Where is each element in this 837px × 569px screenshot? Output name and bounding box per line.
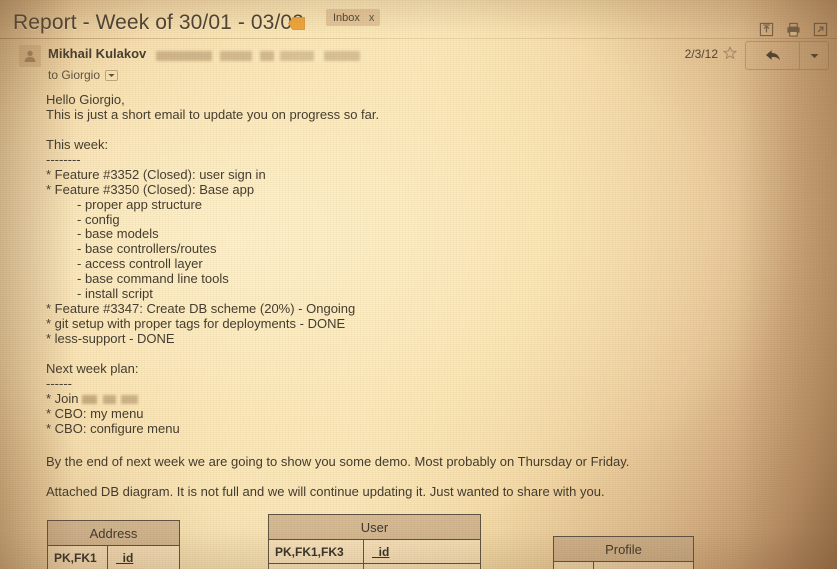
body-line-text: * Feature #3350 (Closed): Base app	[46, 181, 255, 197]
body-line-text: --------	[46, 151, 81, 167]
body-blank-line	[46, 123, 746, 138]
header-divider	[0, 38, 837, 39]
erd-table-title: Address	[48, 521, 179, 546]
erd-table-row: PK,FK1 _id	[48, 546, 179, 569]
body-line-text: - config	[77, 211, 120, 227]
body-line: * Feature #3352 (Closed): user sign in	[46, 166, 746, 183]
body-line-text: - install script	[77, 286, 153, 302]
erd-table-row	[269, 564, 480, 569]
move-to-icon[interactable]	[759, 22, 774, 37]
body-line: - base models	[46, 226, 746, 242]
body-line: Hello Giorgio,	[46, 92, 746, 108]
body-line-text: - access controll layer	[77, 256, 203, 272]
erd-key-label	[269, 564, 364, 569]
body-line: * git setup with proper tags for deploym…	[46, 316, 746, 332]
body-line-text: * CBO: my menu	[46, 405, 144, 421]
body-line-text: * Join	[46, 390, 79, 406]
body-line-text: Hello Giorgio,	[46, 92, 125, 107]
erd-table-row: PK,FK1,FK3 _id	[269, 540, 480, 564]
erd-table-title: Profile	[554, 537, 693, 562]
body-line: - base controllers/routes	[46, 241, 746, 257]
body-line-text: - base command line tools	[77, 271, 229, 287]
reply-options-button[interactable]	[800, 42, 828, 69]
reply-arrow-icon	[765, 50, 780, 61]
erd-field-label: _id	[116, 550, 134, 565]
body-blank-line	[46, 347, 746, 362]
body-line-text: * less-support - DONE	[46, 331, 175, 346]
body-line: * CBO: my menu	[46, 405, 746, 422]
body-line: This is just a short email to update you…	[46, 106, 746, 123]
close-icon[interactable]: x	[369, 12, 375, 24]
body-line: - proper app structure	[46, 196, 746, 213]
avatar	[19, 45, 41, 67]
subject-bar: Report - Week of 30/01 - 03/02 Inbox x	[0, 0, 837, 39]
erd-key-label: PK,FK1	[48, 546, 108, 569]
chevron-down-icon[interactable]	[105, 69, 119, 81]
message-date: 2/3/12	[684, 47, 718, 61]
body-line-text: Next week plan:	[46, 360, 139, 376]
message-body: Hello Giorgio, This is just a short email…	[46, 92, 746, 437]
body-line: * Join	[46, 390, 746, 407]
body-line: * CBO: configure menu	[46, 420, 746, 437]
print-icon[interactable]	[786, 22, 801, 37]
body-line: * less-support - DONE	[46, 331, 746, 347]
body-line: --------	[46, 151, 746, 168]
body-line: This week:	[46, 136, 746, 153]
person-icon	[24, 50, 36, 62]
body-line: Next week plan:	[46, 360, 746, 377]
body-line: * Feature #3350 (Closed): Base app	[46, 181, 746, 198]
body-line: - base command line tools	[46, 271, 746, 287]
reply-button-group	[745, 41, 829, 70]
body-line-text: * git setup with proper tags for deploym…	[46, 316, 346, 332]
body-line-text: ------	[46, 375, 72, 391]
toolbar-actions	[759, 22, 828, 37]
body-line-text: - proper app structure	[77, 196, 203, 212]
body-line: * Feature #3347: Create DB scheme (20%) …	[46, 301, 746, 317]
chevron-down-glyph	[108, 73, 115, 77]
open-in-new-window-icon[interactable]	[813, 22, 828, 37]
body-line-text: * Feature #3347: Create DB scheme (20%) …	[46, 301, 356, 317]
reply-button[interactable]	[746, 42, 800, 69]
erd-key-label	[554, 562, 594, 569]
erd-table-address: Address PK,FK1 _id	[47, 520, 180, 569]
email-viewer-page: Report - Week of 30/01 - 03/02 Inbox x M…	[0, 0, 837, 569]
body-line: - access controll layer	[46, 256, 746, 272]
sender-name: Mikhail Kulakov	[48, 46, 147, 61]
label-chip-text: Inbox	[333, 11, 360, 24]
body-line-text: This week:	[46, 136, 109, 152]
body-line: - config	[46, 211, 746, 228]
page-title: Report - Week of 30/01 - 03/02	[13, 11, 304, 34]
erd-table-title: User	[269, 515, 480, 540]
sender-email-redacted	[156, 51, 360, 61]
erd-table-row	[554, 562, 693, 569]
erd-field-label: _id	[372, 544, 390, 559]
erd-table-user: User PK,FK1,FK3 _id	[268, 514, 481, 569]
body-line-text: - base models	[77, 226, 159, 242]
erd-table-profile: Profile	[553, 536, 694, 569]
body-paragraph-attachment: Attached DB diagram. It is not full and …	[46, 484, 605, 499]
body-line-text: This is just a short email to update you…	[46, 106, 380, 122]
recipient-label: to Giorgio	[48, 68, 101, 82]
label-chip-inbox[interactable]: Inbox x	[326, 9, 381, 26]
body-line-text: - base controllers/routes	[77, 241, 217, 257]
redacted-text	[81, 394, 138, 404]
body-line-text: * Feature #3352 (Closed): user sign in	[46, 166, 266, 182]
star-icon[interactable]	[723, 46, 737, 60]
body-line: ------	[46, 375, 746, 392]
label-tag-icon[interactable]	[288, 17, 305, 30]
body-line: - install script	[46, 286, 746, 302]
body-line-text: * CBO: configure menu	[46, 420, 180, 436]
chevron-down-icon	[810, 53, 818, 58]
erd-key-label: PK,FK1,FK3	[269, 540, 364, 563]
recipient-line[interactable]: to Giorgio	[48, 68, 119, 82]
body-paragraph-demo: By the end of next week we are going to …	[46, 454, 630, 469]
